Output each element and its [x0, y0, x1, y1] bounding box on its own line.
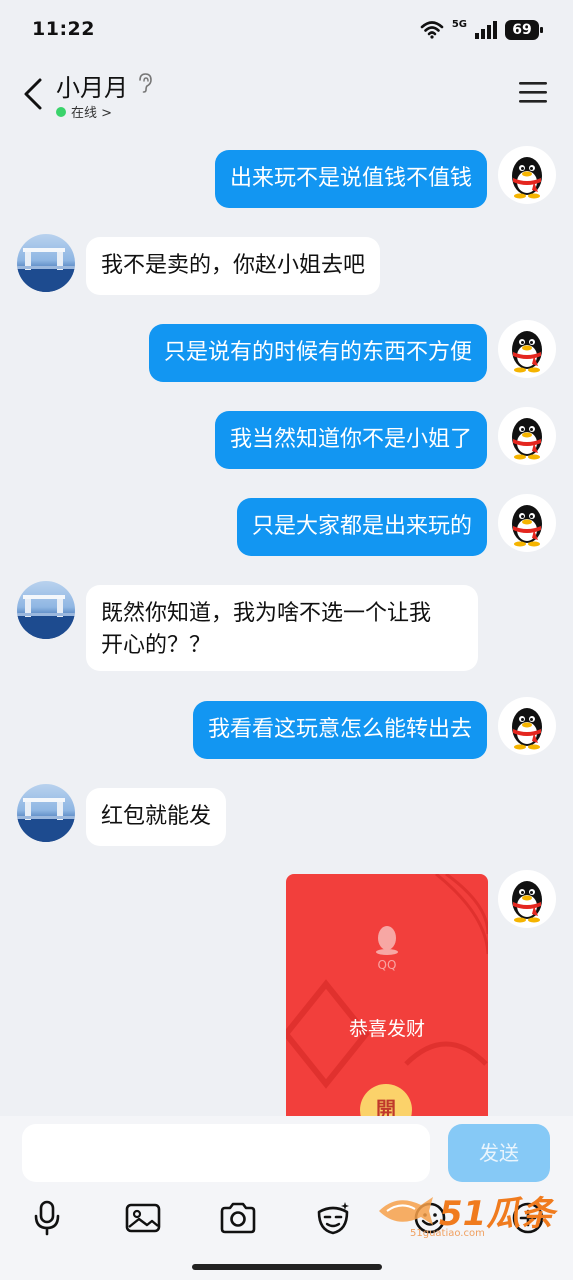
message-line: 既然你知道，我为啥不选一个让我 — [101, 601, 432, 626]
self-avatar[interactable] — [498, 697, 556, 755]
home-indicator[interactable] — [192, 1264, 382, 1270]
red-packet-brand: QQ — [377, 958, 397, 972]
signal-icon — [475, 21, 497, 39]
red-packet-message[interactable]: QQ 恭喜发财 開 — [286, 874, 488, 1119]
message-bubble-received[interactable]: 红包就能发 — [86, 788, 227, 846]
penguin-avatar-icon — [512, 881, 542, 923]
penguin-avatar-icon — [512, 331, 542, 373]
message-bubble-sent[interactable]: 出来玩不是说值钱不值钱 — [214, 150, 487, 208]
penguin-avatar-icon — [512, 505, 542, 547]
self-avatar[interactable] — [498, 494, 556, 552]
contact-name[interactable]: 小月月 — [56, 68, 128, 103]
contact-avatar[interactable] — [17, 581, 75, 639]
penguin-avatar-icon — [512, 157, 542, 199]
scenery-avatar-image — [17, 798, 75, 842]
scenery-avatar-image — [17, 248, 75, 292]
sticker-icon[interactable] — [311, 1196, 355, 1240]
ear-icon[interactable] — [136, 72, 154, 94]
penguin-avatar-icon — [512, 708, 542, 750]
watermark-url: 51guatiao.com — [410, 1228, 485, 1239]
contact-avatar[interactable] — [17, 234, 75, 292]
status-time: 11:22 — [32, 18, 95, 40]
watermark-fish-icon — [379, 1196, 433, 1225]
status-bar: 11:22 5G 69 — [0, 0, 573, 62]
back-arrow-icon[interactable] — [18, 74, 54, 114]
scenery-avatar-image — [17, 595, 75, 639]
message-bubble-received[interactable]: 既然你知道，我为啥不选一个让我 开心的？？ — [86, 585, 478, 671]
message-bubble-sent[interactable]: 只是大家都是出来玩的 — [236, 498, 487, 556]
self-avatar[interactable] — [498, 870, 556, 928]
network-type: 5G — [451, 18, 467, 30]
message-bubble-sent[interactable]: 我看看这玩意怎么能转出去 — [192, 701, 487, 759]
contact-avatar[interactable] — [17, 784, 75, 842]
status-icons: 5G 69 — [420, 18, 543, 40]
battery-indicator: 69 — [505, 20, 543, 40]
presence-status[interactable]: 在线 > — [56, 102, 112, 121]
message-bubble-received[interactable]: 我不是卖的，你赵小姐去吧 — [86, 237, 381, 295]
camera-icon[interactable] — [216, 1196, 260, 1240]
presence-label: 在线 > — [71, 106, 113, 121]
penguin-avatar-icon — [512, 418, 542, 460]
image-icon[interactable] — [121, 1196, 165, 1240]
send-button[interactable]: 发送 — [448, 1124, 550, 1182]
wifi-icon — [420, 21, 444, 39]
red-packet-pattern — [286, 874, 488, 1089]
menu-icon[interactable] — [519, 80, 547, 104]
message-bubble-sent[interactable]: 我当然知道你不是小姐了 — [214, 411, 487, 469]
self-avatar[interactable] — [498, 146, 556, 204]
message-input[interactable] — [22, 1124, 430, 1182]
self-avatar[interactable] — [498, 407, 556, 465]
online-dot — [56, 106, 66, 117]
red-packet-greeting: 恭喜发财 — [348, 1018, 425, 1040]
microphone-icon[interactable] — [25, 1196, 69, 1240]
message-bubble-sent[interactable]: 只是说有的时候有的东西不方便 — [148, 324, 487, 382]
self-avatar[interactable] — [498, 320, 556, 378]
message-line: 开心的？？ — [101, 633, 212, 658]
qq-penguin-icon — [376, 926, 398, 955]
chat-header: 小月月 在线 > — [0, 62, 573, 130]
